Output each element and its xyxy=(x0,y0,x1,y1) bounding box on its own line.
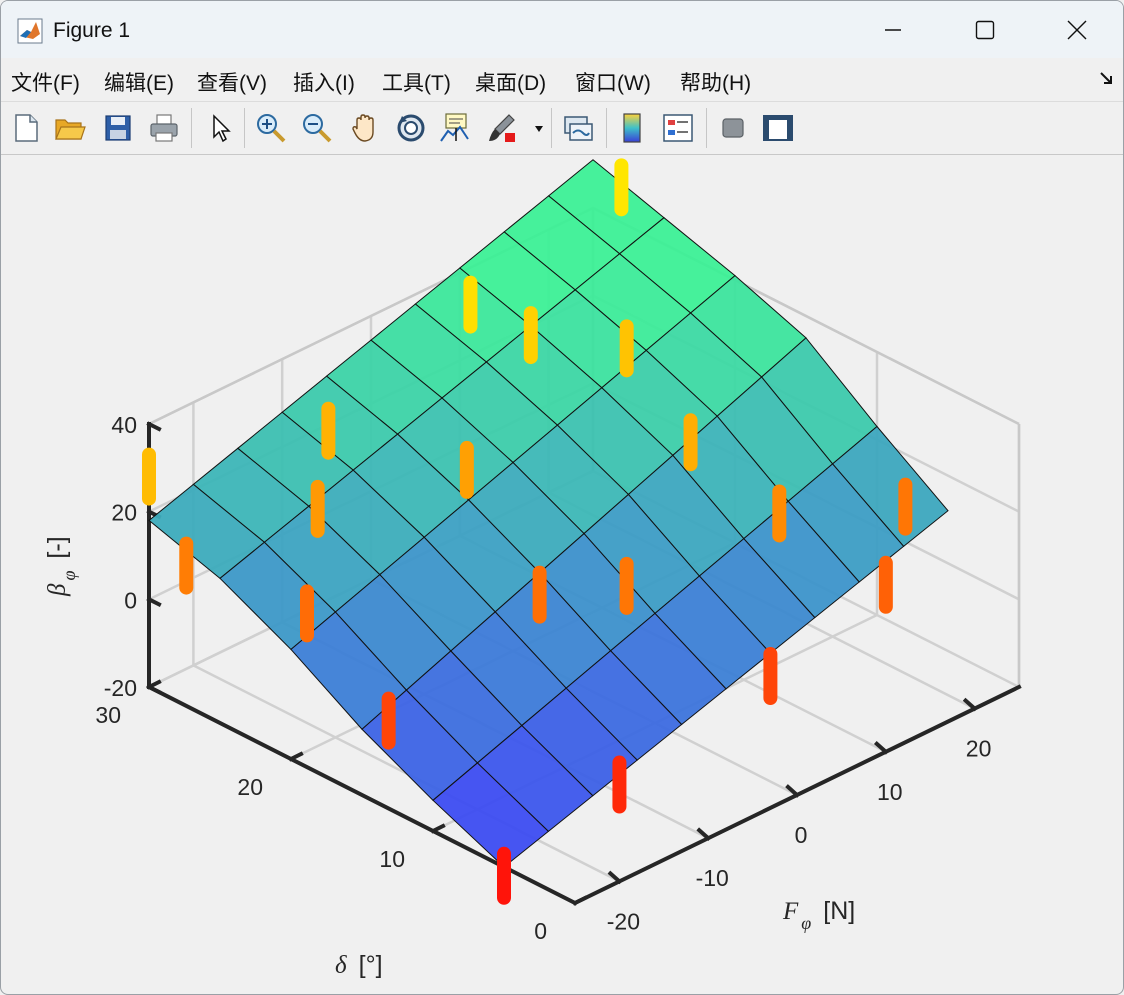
figure-window: Figure 1 文件(F) 编辑(E) 查看(V) 插入(I) 工具(T) 桌… xyxy=(0,0,1124,995)
z-tick-label: 40 xyxy=(111,412,137,438)
hide-plot-tools-icon[interactable] xyxy=(716,111,750,145)
z-tick-label: 20 xyxy=(111,500,137,526)
new-figure-icon[interactable] xyxy=(9,111,43,145)
title-bar[interactable]: Figure 1 xyxy=(1,1,1123,58)
minimize-icon xyxy=(885,28,901,31)
rotate-3d-icon[interactable] xyxy=(394,111,428,145)
z-tick-label: 0 xyxy=(124,587,137,613)
z-tick-mark xyxy=(146,684,162,695)
y-tick-mark xyxy=(288,751,304,762)
menu-tools[interactable]: 工具(T) xyxy=(382,67,451,97)
x-axis-label: Fφ [N] xyxy=(782,897,855,933)
menu-window[interactable]: 窗口(W) xyxy=(575,67,651,97)
open-file-icon[interactable] xyxy=(53,111,87,145)
y-tick-label: 20 xyxy=(237,774,263,800)
axes-3d[interactable]: -20-10010200102030-2002040 Fφ [N] δ [°] βφ… xyxy=(1,154,1123,994)
maximize-button[interactable] xyxy=(939,1,1031,58)
toolbar-separator xyxy=(244,108,245,148)
x-tick-label: -20 xyxy=(607,908,640,934)
close-icon xyxy=(1067,20,1087,39)
data-cursor-icon[interactable] xyxy=(438,111,472,145)
y-tick-label: 10 xyxy=(379,846,405,872)
toolbar-separator xyxy=(191,108,192,148)
x-tick-label: 0 xyxy=(795,822,808,848)
z-axis-label: βφ[-] xyxy=(43,536,79,597)
brush-icon[interactable] xyxy=(485,111,519,145)
z-tick-label: -20 xyxy=(104,675,137,701)
menu-view[interactable]: 查看(V) xyxy=(197,67,267,97)
zoom-out-icon[interactable] xyxy=(300,111,334,145)
y-tick-label: 0 xyxy=(534,918,547,944)
y-axis-label: δ [°] xyxy=(335,951,383,979)
maximize-icon xyxy=(975,20,995,39)
show-plot-tools-icon[interactable] xyxy=(761,111,795,145)
y-tick-label: 30 xyxy=(95,702,121,728)
figure-canvas[interactable]: -20 -10 0 10 20 0 10 20 30 -20 0 20 40 Fφ [N] δ [°] βφ… xyxy=(1,154,1123,994)
figure-toolbar xyxy=(1,101,1123,155)
pan-hand-icon[interactable] xyxy=(348,111,382,145)
save-icon[interactable] xyxy=(101,111,135,145)
dock-arrow-icon[interactable] xyxy=(1099,70,1115,86)
minimize-button[interactable] xyxy=(847,1,939,58)
menu-edit[interactable]: 编辑(E) xyxy=(104,67,174,97)
legend-icon[interactable] xyxy=(661,111,695,145)
x-tick-label: 20 xyxy=(966,736,992,762)
close-button[interactable] xyxy=(1031,1,1123,58)
toolbar-separator xyxy=(551,108,552,148)
x-tick-label: -10 xyxy=(696,865,729,891)
y-tick-mark xyxy=(430,823,446,834)
brush-dropdown-icon[interactable] xyxy=(533,124,545,134)
colorbar-icon[interactable] xyxy=(616,111,650,145)
menu-file[interactable]: 文件(F) xyxy=(11,67,80,97)
zoom-in-icon[interactable] xyxy=(254,111,288,145)
surface-plot[interactable] xyxy=(148,159,949,868)
matlab-logo-icon xyxy=(17,18,43,44)
toolbar-separator xyxy=(606,108,607,148)
menu-insert[interactable]: 插入(I) xyxy=(293,67,355,97)
link-plot-icon[interactable] xyxy=(561,111,595,145)
toolbar-separator xyxy=(706,108,707,148)
y-tick-mark xyxy=(572,895,588,906)
x-tick-label: 10 xyxy=(877,779,903,805)
edit-plot-pointer-icon[interactable] xyxy=(204,111,238,145)
menu-desktop[interactable]: 桌面(D) xyxy=(475,67,546,97)
print-icon[interactable] xyxy=(147,111,181,145)
menu-bar: 文件(F) 编辑(E) 查看(V) 插入(I) 工具(T) 桌面(D) 窗口(W… xyxy=(1,58,1123,100)
window-title: Figure 1 xyxy=(53,19,131,42)
menu-help[interactable]: 帮助(H) xyxy=(680,67,751,97)
